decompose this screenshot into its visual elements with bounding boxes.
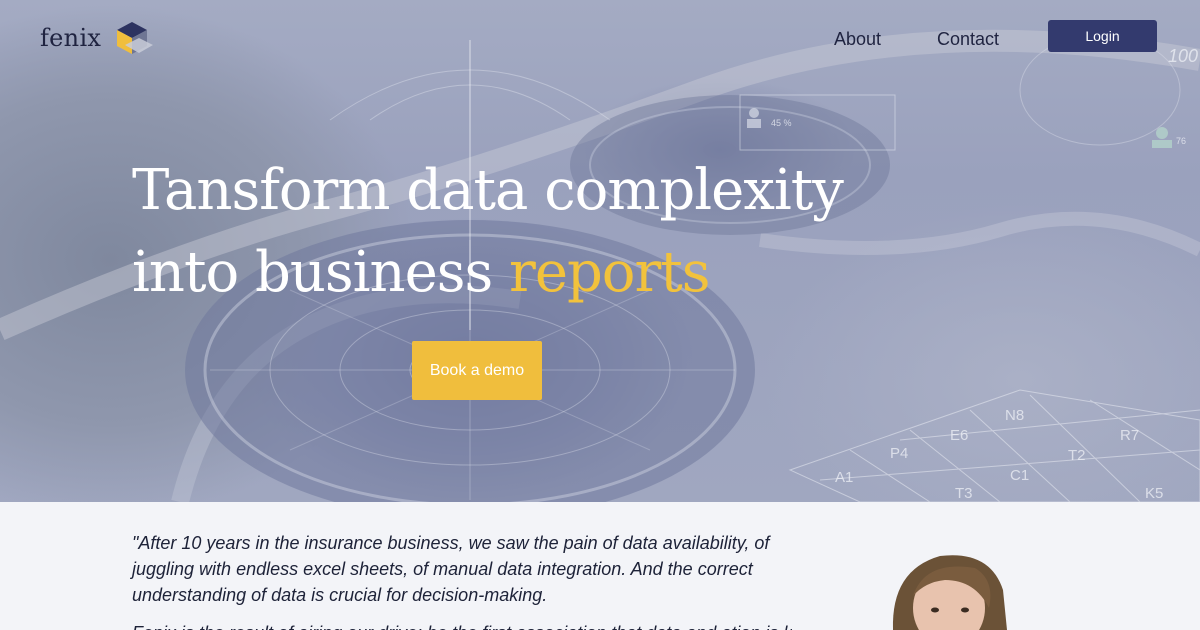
parcel-label: K5 bbox=[1145, 485, 1163, 502]
person-silhouette-icon bbox=[892, 555, 1007, 630]
parcel-label: E6 bbox=[950, 427, 968, 444]
nav-about-link[interactable]: About bbox=[834, 29, 881, 50]
parcel-label: P4 bbox=[890, 445, 908, 462]
hero-title: Tansform data complexity into business r… bbox=[132, 150, 1032, 314]
parcel-label: T2 bbox=[1068, 447, 1086, 464]
hero-title-accent: reports bbox=[509, 240, 710, 305]
hero-section: 100 45 % 76 A1 P4 E6 N8 C1 T2 R7 T3 K5 f… bbox=[0, 0, 1200, 502]
nav-contact-link[interactable]: Contact bbox=[937, 29, 999, 50]
brand-logo[interactable]: fenix bbox=[40, 20, 155, 56]
parcel-label: T3 bbox=[955, 485, 973, 502]
parcel-label: A1 bbox=[835, 469, 853, 486]
testimonial-continuation: Fenix is the result of airing our drive:… bbox=[132, 620, 792, 630]
hud-label-percent: 45 % bbox=[771, 118, 792, 128]
parcel-label: C1 bbox=[1010, 467, 1029, 484]
parcel-label: R7 bbox=[1120, 427, 1139, 444]
hexagon-cube-icon bbox=[117, 22, 154, 54]
brand-name: fenix bbox=[40, 24, 102, 52]
hero-title-line1: Tansform data complexity bbox=[132, 158, 844, 223]
login-button[interactable]: Login bbox=[1048, 20, 1157, 52]
parcel-label: N8 bbox=[1005, 407, 1024, 424]
hud-label-value: 100 bbox=[1168, 46, 1198, 66]
testimonial-quote: "After 10 years in the insurance busines… bbox=[132, 533, 770, 605]
hud-label-score: 76 bbox=[1176, 136, 1186, 146]
book-demo-button[interactable]: Book a demo bbox=[412, 341, 542, 400]
hero-title-line2: into business bbox=[132, 240, 510, 305]
